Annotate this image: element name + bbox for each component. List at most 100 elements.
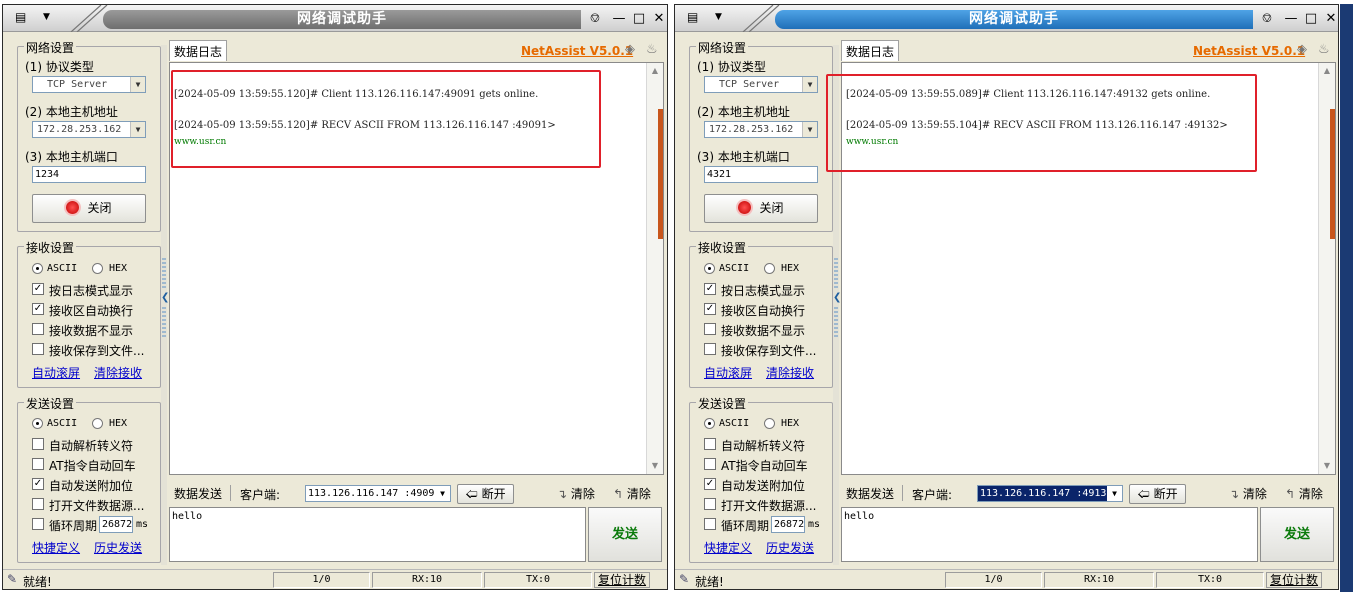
quick-define-link[interactable]: 快捷定义 <box>32 539 80 556</box>
cycle-period-input[interactable]: 26872 <box>771 516 805 533</box>
history-send-link[interactable]: 历史发送 <box>94 539 142 556</box>
log-mode-checkbox[interactable]: ✓ <box>704 283 716 295</box>
app-network-icon[interactable]: ▤ <box>687 10 705 26</box>
parse-escape-checkbox[interactable] <box>704 438 716 450</box>
chevron-down-icon[interactable]: ▼ <box>130 77 145 92</box>
version-brand-link[interactable]: NetAssist V5.0.1 <box>1193 44 1305 58</box>
reset-count-button[interactable]: 复位计数 <box>594 572 651 588</box>
app-network-icon[interactable]: ▤ <box>15 10 33 26</box>
tab-data-send[interactable]: 数据发送 <box>846 485 894 502</box>
system-menu-arrow-icon[interactable]: ▼ <box>715 12 722 22</box>
recv-ascii-radio[interactable] <box>704 263 715 274</box>
send-button[interactable]: 发送 <box>588 507 662 562</box>
recv-ascii-radio[interactable] <box>32 263 43 274</box>
send-button[interactable]: 发送 <box>1260 507 1334 562</box>
client-select[interactable]: 113.126.116.147 :4909 ▼ <box>305 485 451 502</box>
log-mode-checkbox[interactable]: ✓ <box>32 283 44 295</box>
bell-icon[interactable]: ♨ <box>1318 42 1330 57</box>
close-button[interactable]: ✕ <box>651 11 667 27</box>
collapse-left-icon[interactable]: ❮ <box>161 292 169 303</box>
vertical-scrollbar[interactable]: ▲ ▼ <box>646 63 663 474</box>
send-input[interactable]: hello <box>169 507 586 562</box>
clear-send-button[interactable]: ↰ 清除 <box>613 485 651 502</box>
maximize-button[interactable]: □ <box>1303 11 1319 27</box>
hide-recv-checkbox[interactable] <box>32 323 44 335</box>
system-menu-arrow-icon[interactable]: ▼ <box>43 12 50 22</box>
clear-recv-link[interactable]: 清除接收 <box>766 364 814 381</box>
cycle-period-input[interactable]: 26872 <box>99 516 133 533</box>
scroll-down-icon[interactable]: ▼ <box>1319 458 1335 474</box>
parse-escape-checkbox[interactable] <box>32 438 44 450</box>
save-to-file-checkbox[interactable] <box>32 343 44 355</box>
cycle-period-checkbox[interactable] <box>32 518 44 530</box>
chevron-down-icon[interactable]: ▼ <box>130 122 145 137</box>
scroll-thumb[interactable] <box>1330 109 1335 239</box>
send-ascii-radio[interactable] <box>704 418 715 429</box>
recv-hex-radio[interactable] <box>92 263 103 274</box>
auto-scroll-link[interactable]: 自动滚屏 <box>32 364 80 381</box>
splitter-grip <box>162 258 166 288</box>
title-bar[interactable]: ▤ ▼ 网络调试助手 ⎊ — □ ✕ <box>3 5 667 32</box>
clear-recv-button[interactable]: ↴ 清除 <box>1229 485 1267 502</box>
save-to-file-checkbox[interactable] <box>704 343 716 355</box>
bell-icon[interactable]: ♨ <box>646 42 658 57</box>
auto-wrap-checkbox[interactable]: ✓ <box>704 303 716 315</box>
clear-recv-link[interactable]: 清除接收 <box>94 364 142 381</box>
send-input[interactable]: hello <box>841 507 1258 562</box>
pin-icon[interactable]: ⎊ <box>1259 11 1275 27</box>
host-address-select[interactable]: 172.28.253.162 ▼ <box>32 121 146 138</box>
host-port-input[interactable]: 1234 <box>32 166 146 183</box>
maximize-button[interactable]: □ <box>631 11 647 27</box>
close-connection-button[interactable]: 关闭 <box>32 194 146 223</box>
recv-hex-radio[interactable] <box>764 263 775 274</box>
client-select[interactable]: 113.126.116.147 :4913 ▼ <box>977 485 1123 502</box>
disconnect-button[interactable]: 🢠 断开 <box>1129 484 1186 504</box>
send-ascii-radio[interactable] <box>32 418 43 429</box>
chevron-down-icon[interactable]: ▼ <box>435 486 450 501</box>
minimize-button[interactable]: — <box>1283 11 1299 27</box>
append-bit-checkbox[interactable]: ✓ <box>704 478 716 490</box>
file-source-checkbox[interactable] <box>704 498 716 510</box>
at-auto-cr-checkbox[interactable] <box>704 458 716 470</box>
file-source-checkbox[interactable] <box>32 498 44 510</box>
at-auto-cr-checkbox[interactable] <box>32 458 44 470</box>
close-button[interactable]: ✕ <box>1323 11 1338 27</box>
host-address-select[interactable]: 172.28.253.162 ▼ <box>704 121 818 138</box>
send-hex-radio[interactable] <box>92 418 103 429</box>
version-brand-link[interactable]: NetAssist V5.0.1 <box>521 44 633 58</box>
chevron-down-icon[interactable]: ▼ <box>802 77 817 92</box>
scroll-thumb[interactable] <box>658 109 663 239</box>
quick-define-link[interactable]: 快捷定义 <box>704 539 752 556</box>
title-bar[interactable]: ▤ ▼ 网络调试助手 ⎊ — □ ✕ <box>675 5 1338 32</box>
tab-data-log[interactable]: 数据日志 <box>169 40 228 61</box>
diamond-icon[interactable]: ◈ <box>1297 42 1307 57</box>
reset-count-button[interactable]: 复位计数 <box>1266 572 1323 588</box>
protocol-select[interactable]: TCP Server ▼ <box>704 76 818 93</box>
vertical-scrollbar[interactable]: ▲ ▼ <box>1318 63 1335 474</box>
close-connection-button[interactable]: 关闭 <box>704 194 818 223</box>
tab-data-log[interactable]: 数据日志 <box>841 40 900 61</box>
hide-recv-checkbox[interactable] <box>704 323 716 335</box>
panel-splitter[interactable]: ❮ <box>161 45 169 565</box>
chevron-down-icon[interactable]: ▼ <box>802 122 817 137</box>
auto-scroll-link[interactable]: 自动滚屏 <box>704 364 752 381</box>
scroll-up-icon[interactable]: ▲ <box>647 63 663 79</box>
clear-recv-button[interactable]: ↴ 清除 <box>557 485 595 502</box>
minimize-button[interactable]: — <box>611 11 627 27</box>
history-send-link[interactable]: 历史发送 <box>766 539 814 556</box>
send-hex-radio[interactable] <box>764 418 775 429</box>
auto-wrap-checkbox[interactable]: ✓ <box>32 303 44 315</box>
append-bit-checkbox[interactable]: ✓ <box>32 478 44 490</box>
pin-icon[interactable]: ⎊ <box>587 11 603 27</box>
protocol-select[interactable]: TCP Server ▼ <box>32 76 146 93</box>
diamond-icon[interactable]: ◈ <box>625 42 635 57</box>
collapse-left-icon[interactable]: ❮ <box>833 292 841 303</box>
cycle-period-checkbox[interactable] <box>704 518 716 530</box>
scroll-up-icon[interactable]: ▲ <box>1319 63 1335 79</box>
tab-data-send[interactable]: 数据发送 <box>174 485 222 502</box>
scroll-down-icon[interactable]: ▼ <box>647 458 663 474</box>
host-port-input[interactable]: 4321 <box>704 166 818 183</box>
chevron-down-icon[interactable]: ▼ <box>1107 486 1122 501</box>
disconnect-button[interactable]: 🢠 断开 <box>457 484 514 504</box>
clear-send-button[interactable]: ↰ 清除 <box>1285 485 1323 502</box>
